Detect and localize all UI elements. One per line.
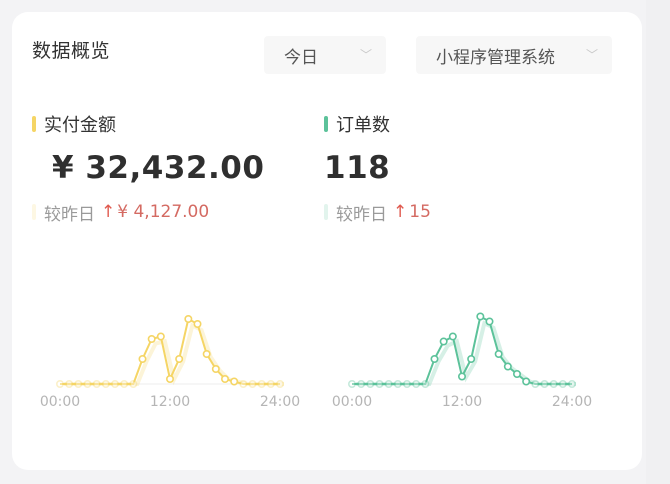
- data-point[interactable]: [458, 372, 467, 381]
- data-point[interactable]: [568, 380, 577, 389]
- metric-value: 118: [324, 150, 391, 186]
- data-point[interactable]: [230, 377, 239, 386]
- data-point[interactable]: [439, 337, 448, 346]
- data-point[interactable]: [257, 380, 266, 389]
- compare-value: 15: [409, 202, 431, 222]
- x-tick-label: 00:00: [332, 394, 372, 410]
- period-select[interactable]: 今日 ﹀: [264, 36, 386, 74]
- data-point[interactable]: [184, 315, 193, 324]
- data-point[interactable]: [266, 380, 275, 389]
- metric-color-bar: [324, 116, 328, 132]
- data-point[interactable]: [193, 319, 202, 328]
- metric-order-count: 订单数 118 较昨日 ↑ 15: [324, 110, 431, 225]
- data-point[interactable]: [347, 380, 357, 389]
- metric-paid-amount: 实付金额 ¥ 32,432.00 较昨日 ↑ ¥ 4,127.00: [32, 110, 265, 225]
- paid-amount-sparkline: 00:00 12:00 24:00: [40, 302, 302, 412]
- chevron-down-icon: ﹀: [359, 48, 372, 62]
- page-scrollbar-track[interactable]: [646, 0, 670, 484]
- data-point[interactable]: [248, 380, 257, 389]
- data-point[interactable]: [476, 312, 485, 321]
- period-select-value: 今日: [284, 47, 318, 68]
- compare-label: 较昨日: [336, 204, 387, 225]
- data-point[interactable]: [558, 380, 567, 389]
- metric-compare: 较昨日 ↑ ¥ 4,127.00: [32, 200, 264, 225]
- order-count-sparkline: 00:00 12:00 24:00: [332, 302, 594, 412]
- data-point[interactable]: [357, 380, 366, 389]
- data-point[interactable]: [503, 362, 512, 371]
- data-point[interactable]: [74, 380, 83, 389]
- x-tick-label: 12:00: [442, 394, 482, 410]
- data-point[interactable]: [65, 380, 74, 389]
- data-point[interactable]: [55, 380, 65, 389]
- data-point[interactable]: [375, 380, 384, 389]
- data-point[interactable]: [221, 375, 230, 384]
- compare-color-bar: [324, 204, 328, 220]
- series-line: [60, 317, 280, 385]
- data-point[interactable]: [384, 380, 393, 389]
- data-point[interactable]: [494, 349, 503, 358]
- data-point[interactable]: [402, 380, 411, 389]
- card-title: 数据概览: [32, 40, 111, 62]
- system-select[interactable]: 小程序管理系统 ﹀: [416, 36, 612, 74]
- chevron-down-icon: ﹀: [585, 48, 598, 62]
- data-point[interactable]: [138, 354, 147, 363]
- x-tick-label: 24:00: [552, 394, 592, 410]
- data-point[interactable]: [166, 375, 175, 384]
- data-point[interactable]: [110, 380, 119, 389]
- system-select-value: 小程序管理系统: [436, 47, 555, 68]
- data-point[interactable]: [175, 354, 184, 363]
- data-point[interactable]: [467, 354, 476, 363]
- data-point[interactable]: [485, 317, 494, 326]
- arrow-up-icon: ↑: [101, 202, 116, 222]
- data-point[interactable]: [276, 380, 285, 389]
- metric-compare: 较昨日 ↑ 15: [324, 200, 431, 225]
- data-point[interactable]: [421, 380, 430, 389]
- compare-color-bar: [32, 204, 36, 220]
- metric-color-bar: [32, 116, 36, 132]
- data-point[interactable]: [129, 380, 138, 389]
- metric-label: 实付金额: [44, 115, 116, 136]
- data-point[interactable]: [430, 354, 439, 363]
- data-point[interactable]: [239, 380, 248, 389]
- metric-label: 订单数: [336, 115, 390, 136]
- x-tick-label: 24:00: [260, 394, 300, 410]
- data-point[interactable]: [549, 380, 558, 389]
- data-point[interactable]: [448, 332, 457, 341]
- data-point[interactable]: [156, 332, 165, 341]
- series-shadow: [64, 322, 284, 386]
- data-point[interactable]: [147, 334, 156, 343]
- data-point[interactable]: [522, 377, 531, 386]
- x-tick-label: 12:00: [150, 394, 190, 410]
- compare-label: 较昨日: [44, 204, 95, 225]
- compare-value: ¥ 4,127.00: [117, 202, 210, 222]
- data-point[interactable]: [393, 380, 402, 389]
- series-shadow: [356, 320, 576, 386]
- data-point[interactable]: [366, 380, 375, 389]
- data-point[interactable]: [412, 380, 421, 389]
- data-point[interactable]: [101, 380, 110, 389]
- data-point[interactable]: [92, 380, 101, 389]
- paid-amount-chart-svg: 00:00 12:00 24:00: [40, 315, 300, 410]
- data-point[interactable]: [202, 349, 211, 358]
- data-overview-card: 数据概览 今日 ﹀ 小程序管理系统 ﹀ 实付金额 ¥ 32,432.00 较昨日…: [12, 12, 642, 470]
- data-point[interactable]: [531, 380, 540, 389]
- data-point[interactable]: [120, 380, 129, 389]
- arrow-up-icon: ↑: [393, 202, 408, 222]
- data-point[interactable]: [540, 380, 549, 389]
- data-point[interactable]: [211, 364, 220, 373]
- metric-value: ¥ 32,432.00: [52, 150, 265, 186]
- data-point[interactable]: [83, 380, 92, 389]
- data-point[interactable]: [513, 370, 522, 379]
- x-tick-label: 00:00: [40, 394, 80, 410]
- order-count-chart-svg: 00:00 12:00 24:00: [332, 312, 592, 410]
